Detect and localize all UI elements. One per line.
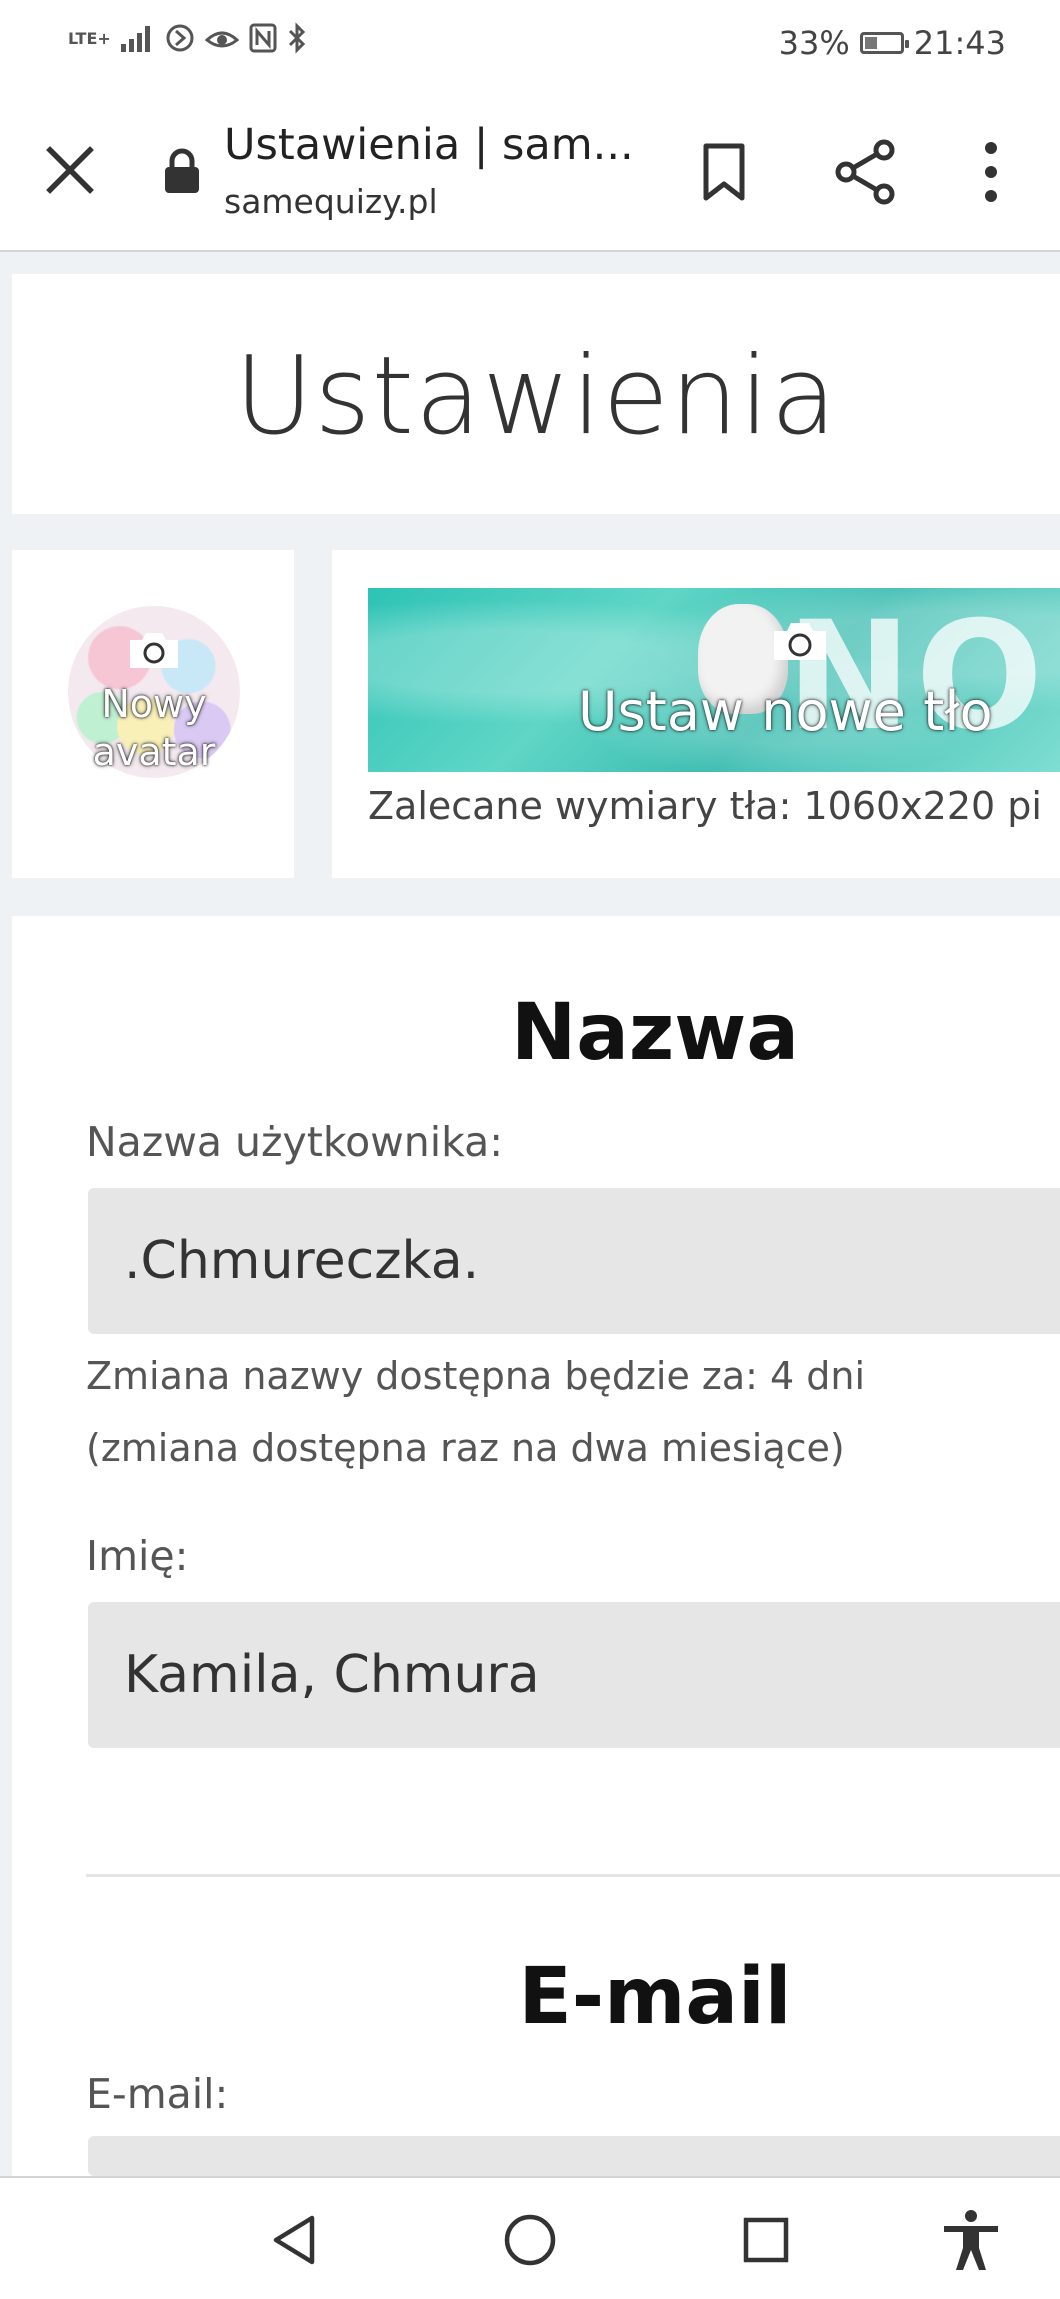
new-avatar-label-line2: avatar [92, 730, 216, 774]
page-title: Ustawienia [234, 334, 838, 459]
email-section-heading: E-mail [518, 1952, 792, 2042]
url-text[interactable]: samequizy.pl [224, 182, 438, 221]
new-avatar-label[interactable]: Nowy avatar [68, 680, 240, 776]
share-icon[interactable] [832, 138, 900, 206]
email-label: E-mail: [86, 2070, 229, 2118]
back-icon[interactable] [268, 2212, 320, 2268]
home-icon[interactable] [502, 2212, 558, 2268]
new-avatar-label-line1: Nowy [101, 682, 207, 726]
name-change-note: Zmiana nazwy dostępna będzie za: 4 dni [86, 1354, 866, 1398]
first-name-label: Imię: [86, 1532, 189, 1580]
username-input[interactable]: .Chmureczka. [88, 1188, 1060, 1334]
close-icon[interactable] [40, 140, 100, 200]
recent-apps-icon[interactable] [742, 2216, 790, 2264]
username-label: Nazwa użytkownika: [86, 1118, 504, 1166]
clock: 21:43 [913, 24, 1006, 62]
name-change-frequency-note: (zmiana dostępna raz na dwa miesiące) [86, 1426, 845, 1470]
accessibility-icon[interactable] [940, 2208, 1002, 2272]
data-saver-icon [166, 24, 194, 52]
camera-icon[interactable] [770, 618, 830, 664]
system-nav-bar [0, 2176, 1060, 2299]
bookmark-icon[interactable] [694, 140, 754, 204]
status-icons-right: 33% 21:43 [779, 24, 1006, 62]
bluetooth-icon [288, 22, 305, 54]
camera-icon[interactable] [126, 628, 182, 672]
lock-icon[interactable] [162, 148, 202, 194]
browser-toolbar: Ustawienia | sam... samequizy.pl [0, 90, 1060, 252]
status-bar: LTE+ 33% 21:43 [0, 0, 1060, 90]
battery-icon [859, 32, 909, 54]
background-dimensions-hint: Zalecane wymiary tła: 1060x220 pi [368, 784, 1042, 828]
more-options-icon[interactable] [966, 138, 1016, 206]
email-input[interactable] [88, 2136, 1060, 2176]
status-icons-left: LTE+ [68, 22, 307, 54]
first-name-input[interactable]: Kamila, Chmura [88, 1602, 1060, 1748]
section-divider [86, 1874, 1060, 1877]
battery-percent: 33% [778, 24, 850, 62]
network-type-label: LTE+ [68, 28, 111, 48]
name-section-heading: Nazwa [510, 988, 799, 1078]
nfc-icon [249, 23, 277, 53]
title-card: Ustawienia [12, 274, 1060, 514]
set-background-label[interactable]: Ustaw nowe tło [578, 680, 993, 743]
tab-title[interactable]: Ustawienia | sam... [224, 120, 634, 170]
signal-icon [120, 26, 150, 52]
eye-comfort-icon [204, 31, 239, 48]
